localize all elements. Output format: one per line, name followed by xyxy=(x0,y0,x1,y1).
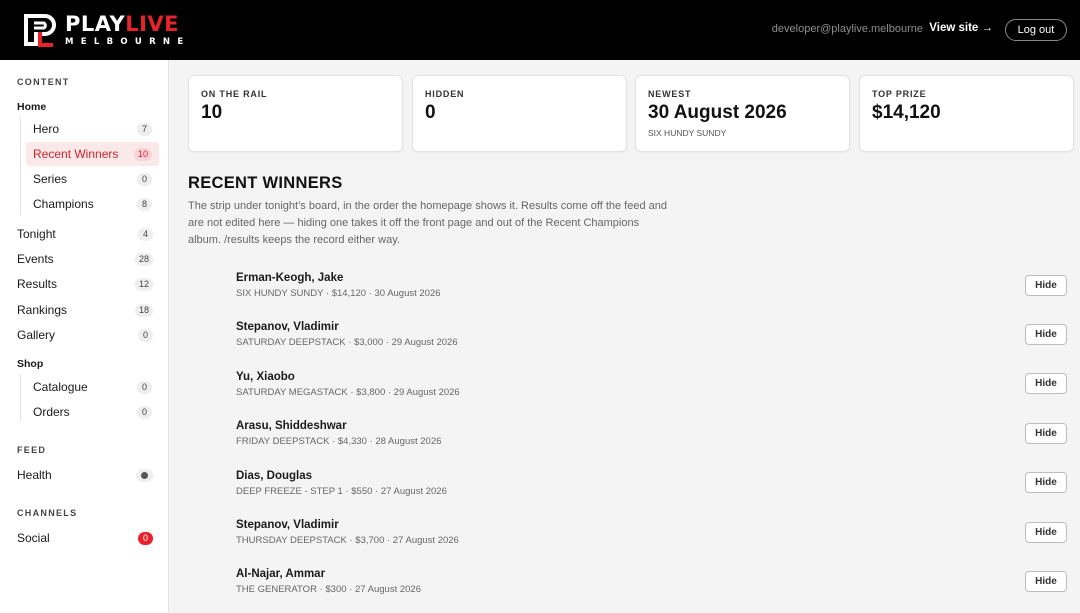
stat-sub: SIX HUNDY SUNDY xyxy=(648,128,727,138)
sidebar-item-results[interactable]: Results 12 xyxy=(17,274,153,294)
stat-value: $14,120 xyxy=(872,102,941,123)
winner-row: Yu, Xiaobo SATURDAY MEGASTACK · $3,800 ·… xyxy=(188,371,1068,419)
count-badge: 0 xyxy=(138,328,153,342)
sidebar-heading-channels: CHANNELS xyxy=(17,508,78,518)
sidebar-item-recent-winners[interactable]: Recent Winners 10 xyxy=(26,142,159,166)
winner-name: Arasu, Shiddeshwar xyxy=(236,420,347,432)
sidebar-item-events[interactable]: Events 28 xyxy=(17,249,153,269)
sidebar-item-home[interactable]: Home xyxy=(17,97,153,117)
winner-meta: SIX HUNDY SUNDY · $14,120 · 30 August 20… xyxy=(236,288,441,299)
count-badge: 0 xyxy=(137,172,152,186)
stat-card-hidden: HIDDEN 0 xyxy=(412,75,627,152)
sidebar-item-health[interactable]: Health xyxy=(17,465,153,485)
winner-name: Stepanov, Vladimir xyxy=(236,519,339,531)
user-email: developer@playlive.melbourne xyxy=(771,23,923,35)
stat-label: HIDDEN xyxy=(425,89,465,99)
stat-card-newest: NEWEST 30 August 2026 SIX HUNDY SUNDY xyxy=(635,75,850,152)
winner-name: Stepanov, Vladimir xyxy=(236,321,339,333)
winner-meta: DEEP FREEZE - STEP 1 · $550 · 27 August … xyxy=(236,486,447,497)
alert-count-badge: 0 xyxy=(138,531,153,545)
winner-row: Al-Najar, Ammar THE GENERATOR · $300 · 2… xyxy=(188,568,1068,613)
stat-card-on-the-rail: ON THE RAIL 10 xyxy=(188,75,403,152)
count-badge: 28 xyxy=(134,252,153,266)
sidebar: CONTENT Home Hero 7 Recent Winners 10 Seri… xyxy=(0,60,169,613)
playlive-logo[interactable]: PLAYLIVE MELBOURNE xyxy=(23,12,193,48)
sidebar-item-hero[interactable]: Hero 7 xyxy=(26,119,159,139)
count-badge: 0 xyxy=(137,380,152,394)
stat-card-top-prize: TOP PRIZE $14,120 xyxy=(859,75,1074,152)
stat-value: 0 xyxy=(425,102,436,123)
stat-value: 10 xyxy=(201,102,223,123)
winner-row: Stepanov, Vladimir SATURDAY DEEPSTACK · … xyxy=(188,321,1068,369)
sidebar-item-gallery[interactable]: Gallery 0 xyxy=(17,325,153,345)
tree-line xyxy=(20,117,21,215)
hide-button[interactable]: Hide xyxy=(1025,324,1067,345)
winner-meta: THE GENERATOR · $300 · 27 August 2026 xyxy=(236,584,421,595)
hide-button[interactable]: Hide xyxy=(1025,522,1067,543)
count-badge: 18 xyxy=(134,303,153,317)
winner-meta: SATURDAY DEEPSTACK · $3,000 · 29 August … xyxy=(236,337,458,348)
logo-subtitle: MELBOURNE xyxy=(65,36,191,47)
sidebar-item-series[interactable]: Series 0 xyxy=(26,169,159,189)
stat-value: 30 August 2026 xyxy=(648,102,787,123)
count-badge: 0 xyxy=(137,405,152,419)
logo-wordmark: PLAYLIVE xyxy=(65,11,180,36)
winner-name: Erman-Keogh, Jake xyxy=(236,272,344,284)
hide-button[interactable]: Hide xyxy=(1025,571,1067,592)
count-badge: 10 xyxy=(133,147,152,161)
winner-row: Dias, Douglas DEEP FREEZE - STEP 1 · $55… xyxy=(188,470,1068,518)
sidebar-heading-feed: FEED xyxy=(17,445,47,455)
count-badge: 7 xyxy=(137,122,152,136)
sidebar-item-champions[interactable]: Champions 8 xyxy=(26,194,159,214)
sidebar-item-shop[interactable]: Shop xyxy=(17,354,153,374)
top-bar: PLAYLIVE MELBOURNE developer@playlive.me… xyxy=(0,0,1080,60)
winner-meta: SATURDAY MEGASTACK · $3,800 · 29 August … xyxy=(236,387,460,398)
stat-label: NEWEST xyxy=(648,89,692,99)
hide-button[interactable]: Hide xyxy=(1025,472,1067,493)
logo-mark-icon xyxy=(24,14,56,47)
winner-row: Arasu, Shiddeshwar FRIDAY DEEPSTACK · $4… xyxy=(188,420,1068,468)
log-out-button[interactable]: Log out xyxy=(1005,19,1067,41)
sidebar-item-rankings[interactable]: Rankings 18 xyxy=(17,300,153,320)
winner-meta: THURSDAY DEEPSTACK · $3,700 · 27 August … xyxy=(236,535,459,546)
sidebar-item-orders[interactable]: Orders 0 xyxy=(26,402,159,422)
winner-name: Al-Najar, Ammar xyxy=(236,568,326,580)
view-site-link[interactable]: View site → xyxy=(929,22,993,34)
winner-row: Stepanov, Vladimir THURSDAY DEEPSTACK · … xyxy=(188,519,1068,567)
count-badge: 8 xyxy=(137,197,152,211)
sidebar-item-social[interactable]: Social 0 xyxy=(17,528,153,548)
hide-button[interactable]: Hide xyxy=(1025,275,1067,296)
stat-label: TOP PRIZE xyxy=(872,89,927,99)
hide-button[interactable]: Hide xyxy=(1025,423,1067,444)
hide-button[interactable]: Hide xyxy=(1025,373,1067,394)
tree-line xyxy=(20,374,21,422)
health-status-indicator xyxy=(136,468,153,482)
stat-label: ON THE RAIL xyxy=(201,89,268,99)
winner-row: Erman-Keogh, Jake SIX HUNDY SUNDY · $14,… xyxy=(188,272,1068,320)
sidebar-item-catalogue[interactable]: Catalogue 0 xyxy=(26,377,159,397)
status-dot-icon xyxy=(141,471,148,479)
count-badge: 12 xyxy=(134,277,153,291)
sidebar-item-tonight[interactable]: Tonight 4 xyxy=(17,224,153,244)
page-title: RECENT WINNERS xyxy=(188,174,343,192)
section-description: The strip under tonight’s board, in the … xyxy=(188,200,667,246)
winner-name: Dias, Douglas xyxy=(236,470,313,482)
sidebar-heading-content: CONTENT xyxy=(17,77,70,87)
winner-meta: FRIDAY DEEPSTACK · $4,330 · 28 August 20… xyxy=(236,436,442,447)
logo-text: PLAYLIVE MELBOURNE xyxy=(65,11,191,47)
winner-name: Yu, Xiaobo xyxy=(236,371,295,383)
count-badge: 4 xyxy=(138,227,153,241)
